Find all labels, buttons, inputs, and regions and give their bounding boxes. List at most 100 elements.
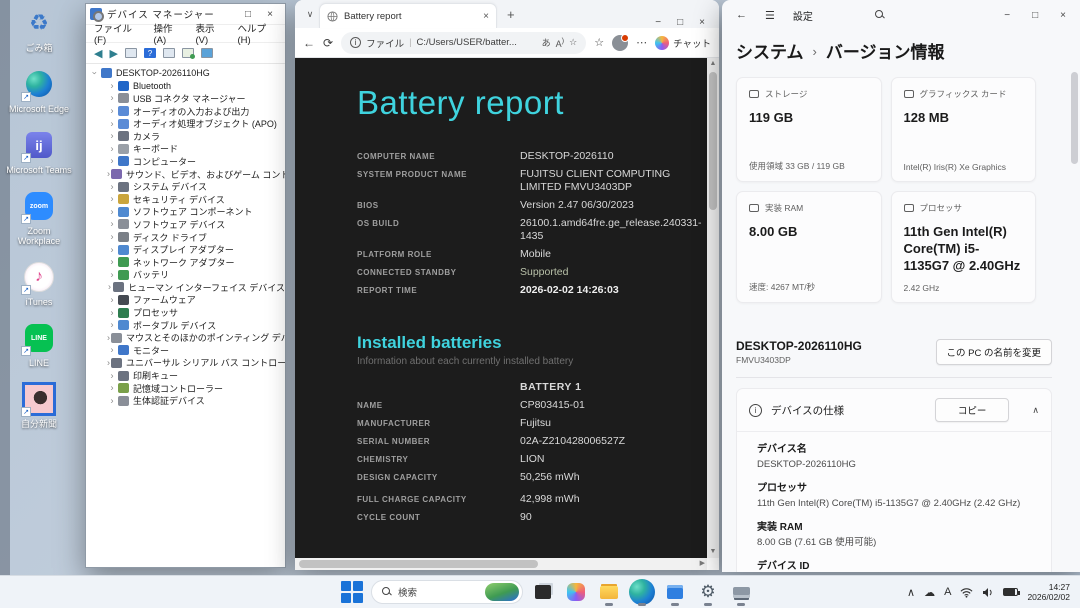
tree-item[interactable]: ›オーディオの入力および出力 xyxy=(90,105,285,118)
edge-icon[interactable] xyxy=(629,579,655,605)
favorite-star-icon[interactable]: ☆ xyxy=(569,37,577,48)
tree-item[interactable]: ›バッテリ xyxy=(90,269,285,282)
close-button[interactable]: × xyxy=(1060,10,1066,21)
expander-chevron-icon[interactable]: › xyxy=(107,156,117,166)
tree-item[interactable]: ›モニター xyxy=(90,344,285,357)
help-icon[interactable]: ? xyxy=(144,48,156,58)
expander-chevron-icon[interactable]: › xyxy=(90,68,100,78)
tree-item[interactable]: ›オーディオ処理オブジェクト (APO) xyxy=(90,117,285,130)
expander-chevron-icon[interactable]: › xyxy=(107,307,117,317)
expander-chevron-icon[interactable]: › xyxy=(107,282,112,292)
expander-chevron-icon[interactable]: › xyxy=(107,332,110,342)
page-info-icon[interactable]: i xyxy=(350,37,361,48)
more-menu-icon[interactable]: ⋯ xyxy=(636,36,647,49)
read-aloud-icon[interactable]: A) xyxy=(556,36,565,49)
favorites-bar-icon[interactable]: ☆ xyxy=(594,36,604,49)
expander-chevron-icon[interactable]: › xyxy=(107,143,117,153)
tab-battery-report[interactable]: Battery report × xyxy=(319,3,497,28)
tree-item[interactable]: ›USB コネクタ マネージャー xyxy=(90,92,285,105)
tree-root-item[interactable]: ›DESKTOP-2026110HG xyxy=(90,67,285,80)
hamburger-menu-icon[interactable]: ☰ xyxy=(765,9,775,22)
wifi-icon[interactable] xyxy=(960,587,973,598)
back-icon[interactable]: ← xyxy=(736,9,747,21)
tree-item[interactable]: ›ネットワーク アダプター xyxy=(90,256,285,269)
expander-chevron-icon[interactable]: › xyxy=(107,383,117,393)
maximize-button[interactable]: □ xyxy=(1032,10,1038,21)
scroll-right-icon[interactable]: ▶ xyxy=(700,558,705,570)
scrollbar-thumb[interactable] xyxy=(709,72,717,210)
back-icon[interactable]: ← xyxy=(303,36,315,50)
tree-item[interactable]: ›カメラ xyxy=(90,130,285,143)
desktop-shortcut-teams[interactable]: ↗Microsoft Teams xyxy=(6,128,72,175)
back-icon[interactable]: ◀ xyxy=(94,47,102,60)
summary-card-gpu[interactable]: グラフィックス カード128 MBIntel(R) Iris(R) Xe Gra… xyxy=(891,77,1037,182)
tree-item[interactable]: ›プロセッサ xyxy=(90,306,285,319)
start-button[interactable] xyxy=(340,580,364,604)
rename-pc-button[interactable]: この PC の名前を変更 xyxy=(936,339,1052,365)
expander-chevron-icon[interactable]: › xyxy=(107,370,117,380)
settings-titlebar[interactable]: ← ☰ 設定 − □ × xyxy=(722,0,1080,30)
expander-chevron-icon[interactable]: › xyxy=(107,257,117,267)
expander-chevron-icon[interactable]: › xyxy=(107,169,110,179)
expander-chevron-icon[interactable]: › xyxy=(107,345,117,355)
desktop-shortcut-edge[interactable]: ↗Microsoft Edge xyxy=(6,67,72,114)
summary-card-cpu[interactable]: プロセッサ11th Gen Intel(R) Core(TM) i5-1135G… xyxy=(891,191,1037,303)
expander-chevron-icon[interactable]: › xyxy=(107,269,117,279)
maximize-button[interactable]: □ xyxy=(677,17,683,28)
device-manager-icon[interactable] xyxy=(728,579,754,605)
search-highlight-image[interactable] xyxy=(485,583,519,601)
tree-item[interactable]: ›ソフトウェア デバイス xyxy=(90,218,285,231)
device-spec-header[interactable]: i デバイスの仕様 コピー ∧ xyxy=(737,389,1051,432)
search-icon[interactable] xyxy=(875,10,885,20)
expander-chevron-icon[interactable]: › xyxy=(107,106,117,116)
tree-item[interactable]: ›ディスク ドライブ xyxy=(90,231,285,244)
battery-icon[interactable] xyxy=(1003,588,1018,596)
menu-item[interactable]: ファイル(F) xyxy=(94,21,142,46)
tree-item[interactable]: ›キーボード xyxy=(90,143,285,156)
expander-chevron-icon[interactable]: › xyxy=(107,194,117,204)
expander-chevron-icon[interactable]: › xyxy=(107,219,117,229)
tree-item[interactable]: ›ヒューマン インターフェイス デバイス xyxy=(90,281,285,294)
scroll-up-icon[interactable]: ▲ xyxy=(707,58,719,70)
vertical-scrollbar[interactable]: ▲ ▼ xyxy=(707,58,719,558)
properties-icon[interactable] xyxy=(163,48,175,58)
ime-mode-icon[interactable]: A xyxy=(944,586,951,598)
tree-item[interactable]: ›生体認証デバイス xyxy=(90,394,285,407)
forward-icon[interactable]: ▶ xyxy=(109,47,117,60)
tab-close-icon[interactable]: × xyxy=(483,11,489,22)
expander-chevron-icon[interactable]: › xyxy=(107,395,117,405)
tree-item[interactable]: ›セキュリティ デバイス xyxy=(90,193,285,206)
menu-item[interactable]: ヘルプ(H) xyxy=(238,21,278,46)
desktop-shortcut-itunes[interactable]: ↗iTunes xyxy=(6,260,72,307)
maximize-button[interactable]: □ xyxy=(237,9,259,20)
address-bar[interactable]: i ファイル | C:/Users/USER/batter... あ A) ☆ xyxy=(341,32,586,54)
computer-screen-icon[interactable] xyxy=(201,48,213,58)
tree-item[interactable]: ›ファームウェア xyxy=(90,294,285,307)
tree-item[interactable]: ›記憶域コントローラー xyxy=(90,382,285,395)
tray-chevron-up-icon[interactable]: ∧ xyxy=(907,586,915,599)
tree-item[interactable]: ›ディスプレイ アダプター xyxy=(90,243,285,256)
close-button[interactable]: × xyxy=(699,17,705,28)
minimize-button[interactable]: − xyxy=(1004,10,1010,21)
copy-button[interactable]: コピー xyxy=(935,398,1010,422)
store-icon[interactable] xyxy=(662,579,688,605)
expander-chevron-icon[interactable]: › xyxy=(107,206,117,216)
speaker-icon[interactable] xyxy=(982,587,994,598)
taskbar-search-box[interactable]: 検索 xyxy=(371,580,523,604)
expander-chevron-icon[interactable]: › xyxy=(107,294,117,304)
horizontal-scrollbar[interactable]: ▶ xyxy=(295,558,707,570)
expander-chevron-icon[interactable]: › xyxy=(107,357,110,367)
desktop-shortcut-line[interactable]: ↗LINE xyxy=(6,321,72,368)
file-explorer-icon[interactable] xyxy=(596,579,622,605)
tree-item[interactable]: ›サウンド、ビデオ、およびゲーム コントローラー xyxy=(90,168,285,181)
minimize-button[interactable]: − xyxy=(655,17,661,28)
console-window-icon[interactable] xyxy=(125,48,137,58)
expander-chevron-icon[interactable]: › xyxy=(107,80,117,90)
onedrive-cloud-icon[interactable]: ☁ xyxy=(924,586,935,599)
taskbar-clock[interactable]: 14:27 2026/02/02 xyxy=(1027,582,1070,602)
refresh-icon[interactable]: ⟳ xyxy=(323,36,333,50)
tree-item[interactable]: ›Bluetooth xyxy=(90,80,285,93)
expander-chevron-icon[interactable]: › xyxy=(107,232,117,242)
expander-chevron-icon[interactable]: › xyxy=(107,131,117,141)
chevron-up-icon[interactable]: ∧ xyxy=(1032,405,1039,416)
